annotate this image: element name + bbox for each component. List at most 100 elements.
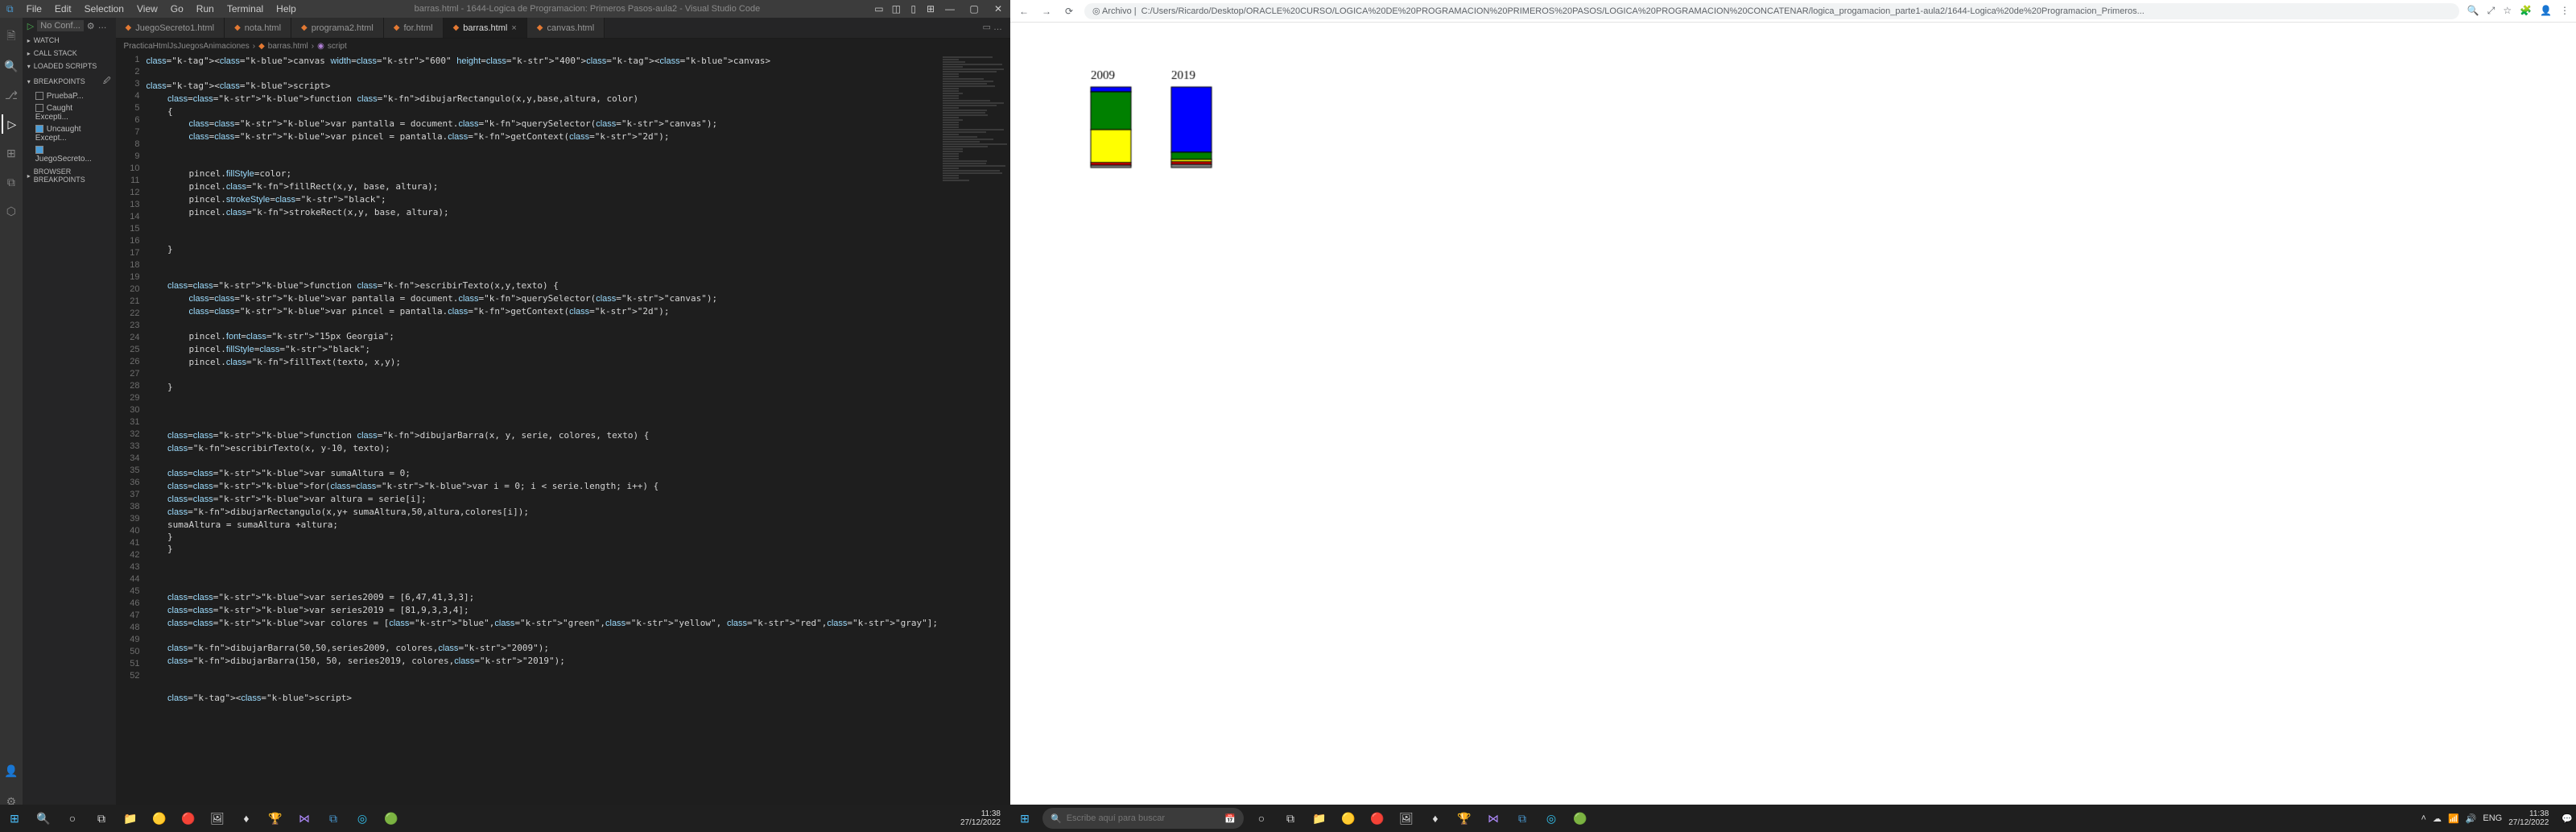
reload-button[interactable]: ⟳ [1062, 6, 1076, 17]
section-browser-bp[interactable]: BROWSER BREAKPOINTS [23, 165, 116, 186]
chrome-icon[interactable]: 🟢 [1569, 807, 1591, 830]
menu-selection[interactable]: Selection [78, 3, 130, 14]
app-icon[interactable]: ♦ [1424, 807, 1447, 830]
start-debug-icon[interactable]: ▷ [27, 21, 34, 31]
tab-active[interactable]: ◆barras.html× [444, 18, 527, 38]
app-icon[interactable]: 🏆 [1453, 807, 1476, 830]
explorer-icon[interactable]: 🗎 [2, 27, 21, 47]
editor-actions[interactable]: ▭ … [975, 18, 1010, 38]
layout-icon[interactable]: ◫ [889, 3, 903, 14]
vscode-icon[interactable]: ⧉ [322, 807, 345, 830]
file-explorer-icon[interactable]: 📁 [119, 807, 142, 830]
lens-icon[interactable]: 🔍 [2467, 5, 2479, 17]
wifi-icon[interactable]: 📶 [2448, 813, 2459, 824]
back-button[interactable]: ← [1017, 6, 1031, 17]
config-selector[interactable]: No Conf... [37, 20, 84, 31]
menu-view[interactable]: View [130, 3, 164, 14]
notifications-icon[interactable]: 💬 [2562, 813, 2573, 824]
clock-left[interactable]: 11:3827/12/2022 [960, 809, 1007, 827]
layout-icon[interactable]: ▭ [872, 3, 886, 14]
tab[interactable]: ◆programa2.html [291, 18, 384, 38]
extensions-icon[interactable]: 🧩 [2520, 5, 2532, 17]
maximize-button[interactable]: ▢ [962, 3, 986, 14]
clock-right[interactable]: 11:3827/12/2022 [2508, 809, 2555, 827]
search-icon[interactable]: 🔍 [2, 56, 21, 76]
task-view-icon[interactable]: ⧉ [90, 807, 113, 830]
breadcrumbs[interactable]: PracticaHtmlJsJuegosAnimaciones › ◆ barr… [116, 39, 1010, 53]
forward-button[interactable]: → [1039, 6, 1054, 17]
menu-terminal[interactable]: Terminal [221, 3, 270, 14]
menu-edit[interactable]: Edit [48, 3, 78, 14]
live-icon[interactable]: ⬡ [2, 201, 21, 221]
extensions-icon[interactable]: ⊞ [2, 143, 21, 163]
vscode-icon[interactable]: ⧉ [1511, 807, 1534, 830]
edge-icon[interactable]: ◎ [1540, 807, 1563, 830]
app-icon[interactable]: 🔴 [177, 807, 200, 830]
editor: ◆JuegoSecreto1.html ◆nota.html ◆programa… [116, 18, 1010, 816]
section-breakpoints[interactable]: BREAKPOINTS 🖉 [23, 72, 116, 90]
app-icon[interactable]: ♦ [235, 807, 258, 830]
app-icon[interactable]: 🏆 [264, 807, 287, 830]
section-watch[interactable]: WATCH [23, 34, 116, 47]
menu-run[interactable]: Run [190, 3, 221, 14]
run-toolbar: ▷ No Conf... ⚙ … [23, 18, 116, 34]
taskbar-search[interactable]: 🔍 📅 [1042, 808, 1244, 829]
app-icon[interactable]: 🟡 [1337, 807, 1360, 830]
close-button[interactable]: ✕ [986, 3, 1010, 14]
address-bar[interactable]: ◎ Archivo | C:/Users/Ricardo/Desktop/ORA… [1084, 3, 2459, 19]
app-icon[interactable]: 🖼 [206, 807, 229, 830]
cloud-icon[interactable]: ☁ [2433, 813, 2442, 824]
menu-help[interactable]: Help [270, 3, 303, 14]
star-icon[interactable]: ☆ [2503, 5, 2512, 17]
start-button[interactable]: ⊞ [3, 807, 26, 830]
menu-file[interactable]: File [20, 3, 48, 14]
file-explorer-icon[interactable]: 📁 [1308, 807, 1331, 830]
menu-go[interactable]: Go [164, 3, 190, 14]
chevron-up-icon[interactable]: ˄ [2421, 813, 2426, 823]
task-view-icon[interactable]: ⧉ [1279, 807, 1302, 830]
scm-icon[interactable]: ⎇ [2, 85, 21, 105]
run-panel: ▷ No Conf... ⚙ … WATCH CALL STACK LOADED… [23, 18, 116, 816]
app-icon[interactable]: 🖼 [1395, 807, 1418, 830]
bp-item[interactable]: PruebaP... [23, 90, 116, 102]
app-icon[interactable]: 🟡 [148, 807, 171, 830]
app-icon[interactable]: 🔴 [1366, 807, 1389, 830]
lang-indicator[interactable]: ENG [2483, 813, 2502, 823]
close-icon[interactable]: × [511, 23, 516, 33]
search-input[interactable] [1067, 813, 1220, 823]
app-icon[interactable]: ⋈ [293, 807, 316, 830]
layout-icon[interactable]: ⊞ [923, 3, 938, 14]
cortana-icon[interactable]: ○ [1250, 807, 1273, 830]
tab[interactable]: ◆JuegoSecreto1.html [116, 18, 225, 38]
tab[interactable]: ◆for.html [384, 18, 444, 38]
menu-icon[interactable]: ⋮ [2560, 5, 2570, 17]
edge-icon[interactable]: ◎ [351, 807, 374, 830]
cortana-icon[interactable]: ○ [61, 807, 84, 830]
bp-item[interactable]: Caught Excepti... [23, 102, 116, 123]
account-icon[interactable]: 👤 [2, 761, 21, 780]
app-icon[interactable]: ⋈ [1482, 807, 1505, 830]
code-area[interactable]: class="k-tag"><class="k-blue">canvas wid… [147, 53, 938, 816]
minimize-button[interactable]: — [938, 3, 962, 14]
profile-icon[interactable]: 👤 [2540, 5, 2552, 17]
share-icon[interactable]: ⤢ [2487, 5, 2496, 17]
tab[interactable]: ◆canvas.html [527, 18, 605, 38]
section-loaded[interactable]: LOADED SCRIPTS [23, 60, 116, 72]
minimap[interactable] [938, 53, 1010, 816]
search-icon[interactable]: 🔍 [32, 807, 55, 830]
run-debug-icon[interactable]: ▷ [2, 114, 21, 134]
volume-icon[interactable]: 🔊 [2466, 813, 2477, 824]
more-icon[interactable]: … [98, 21, 107, 31]
gear-icon[interactable]: ⚙ [87, 21, 95, 31]
chrome-icon[interactable]: 🟢 [380, 807, 402, 830]
bp-item[interactable]: JuegoSecreto... [23, 144, 116, 165]
tab[interactable]: ◆nota.html [225, 18, 291, 38]
chrome-toolbar: ← → ⟳ ◎ Archivo | C:/Users/Ricardo/Deskt… [1010, 0, 2576, 23]
menu-vscode-icon[interactable]: ⧉ [0, 3, 20, 15]
remote-icon[interactable]: ⧉ [2, 172, 21, 192]
layout-icon[interactable]: ▯ [906, 3, 921, 14]
search-icon: 🔍 [1051, 813, 1062, 824]
start-button[interactable]: ⊞ [1013, 807, 1036, 830]
section-callstack[interactable]: CALL STACK [23, 47, 116, 60]
bp-item[interactable]: Uncaught Except... [23, 123, 116, 144]
